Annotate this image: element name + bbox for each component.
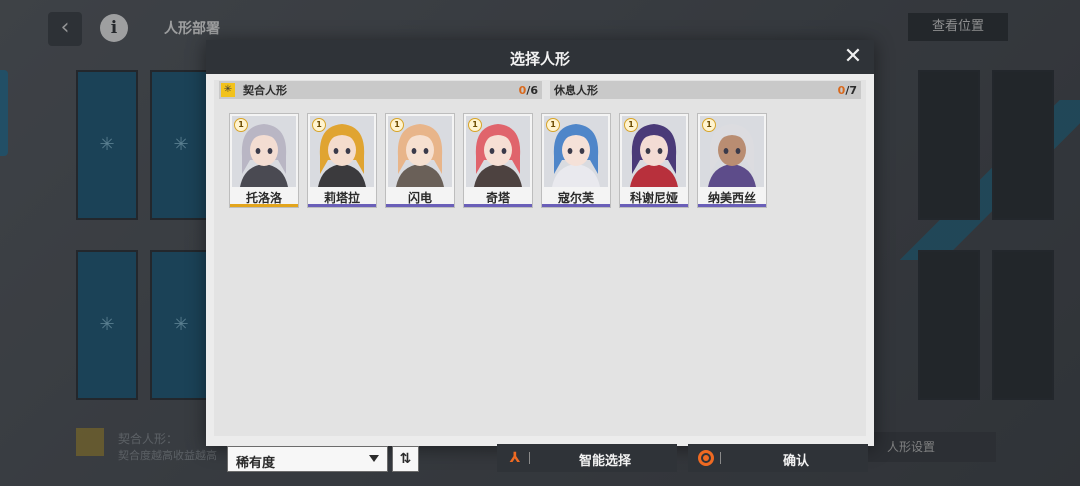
rest-dolls-label: 休息人形 bbox=[554, 84, 598, 97]
fit-dolls-label: 契合人形 bbox=[243, 84, 287, 97]
rank-badge: 1 bbox=[312, 118, 326, 132]
smart-select-icon: ⅄ bbox=[509, 450, 521, 466]
smart-select-label: 智能选择 bbox=[578, 454, 631, 469]
sort-dropdown[interactable]: 稀有度 bbox=[227, 446, 388, 472]
confirm-button[interactable]: 确认 bbox=[688, 444, 868, 472]
rank-badge: 1 bbox=[702, 118, 716, 132]
rank-badge: 1 bbox=[546, 118, 560, 132]
select-doll-dialog: 选择人形 ✕ ✳ 契合人形 0/6 休息人形 0/7 1 托洛洛 1 莉塔拉 1 闪电 1 奇… bbox=[206, 40, 874, 472]
button-divider bbox=[720, 452, 721, 464]
doll-card[interactable]: 1 科谢尼娅 bbox=[619, 113, 689, 208]
sort-order-button[interactable]: ⇅ bbox=[392, 446, 419, 472]
target-icon bbox=[698, 450, 714, 466]
rest-dolls-section-bar: 休息人形 0/7 bbox=[550, 81, 861, 99]
rarity-bar bbox=[542, 204, 610, 207]
doll-card[interactable]: 1 闪电 bbox=[385, 113, 455, 208]
rarity-bar bbox=[386, 204, 454, 207]
star-icon: ✳ bbox=[221, 83, 235, 97]
rarity-bar bbox=[230, 204, 298, 207]
chevron-down-icon bbox=[369, 455, 379, 462]
dialog-body: ✳ 契合人形 0/6 休息人形 0/7 1 托洛洛 1 莉塔拉 1 闪电 1 奇塔 1 寇尔芙 1 科… bbox=[214, 80, 868, 472]
sort-dropdown-value: 稀有度 bbox=[236, 456, 276, 471]
button-divider bbox=[529, 452, 530, 464]
rank-badge: 1 bbox=[468, 118, 482, 132]
rarity-bar bbox=[698, 204, 766, 207]
confirm-label: 确认 bbox=[782, 454, 809, 469]
doll-card[interactable]: 1 纳美西丝 bbox=[697, 113, 767, 208]
rank-badge: 1 bbox=[390, 118, 404, 132]
doll-roster: 1 托洛洛 1 莉塔拉 1 闪电 1 奇塔 1 寇尔芙 1 科谢尼娅 1 纳美西丝 bbox=[229, 113, 775, 208]
rest-dolls-count: 0/7 bbox=[837, 83, 857, 97]
doll-card[interactable]: 1 托洛洛 bbox=[229, 113, 299, 208]
smart-select-button[interactable]: ⅄ 智能选择 bbox=[497, 444, 677, 472]
doll-card[interactable]: 1 寇尔芙 bbox=[541, 113, 611, 208]
close-icon[interactable]: ✕ bbox=[840, 44, 866, 70]
dialog-title: 选择人形 bbox=[509, 50, 570, 68]
rarity-bar bbox=[620, 204, 688, 207]
fit-dolls-section-bar: ✳ 契合人形 0/6 bbox=[219, 81, 542, 99]
doll-card[interactable]: 1 莉塔拉 bbox=[307, 113, 377, 208]
fit-dolls-count: 0/6 bbox=[518, 83, 538, 97]
dialog-header: 选择人形 ✕ bbox=[206, 40, 874, 74]
rarity-bar bbox=[464, 204, 532, 207]
rank-badge: 1 bbox=[624, 118, 638, 132]
rarity-bar bbox=[308, 204, 376, 207]
doll-card[interactable]: 1 奇塔 bbox=[463, 113, 533, 208]
rank-badge: 1 bbox=[234, 118, 248, 132]
